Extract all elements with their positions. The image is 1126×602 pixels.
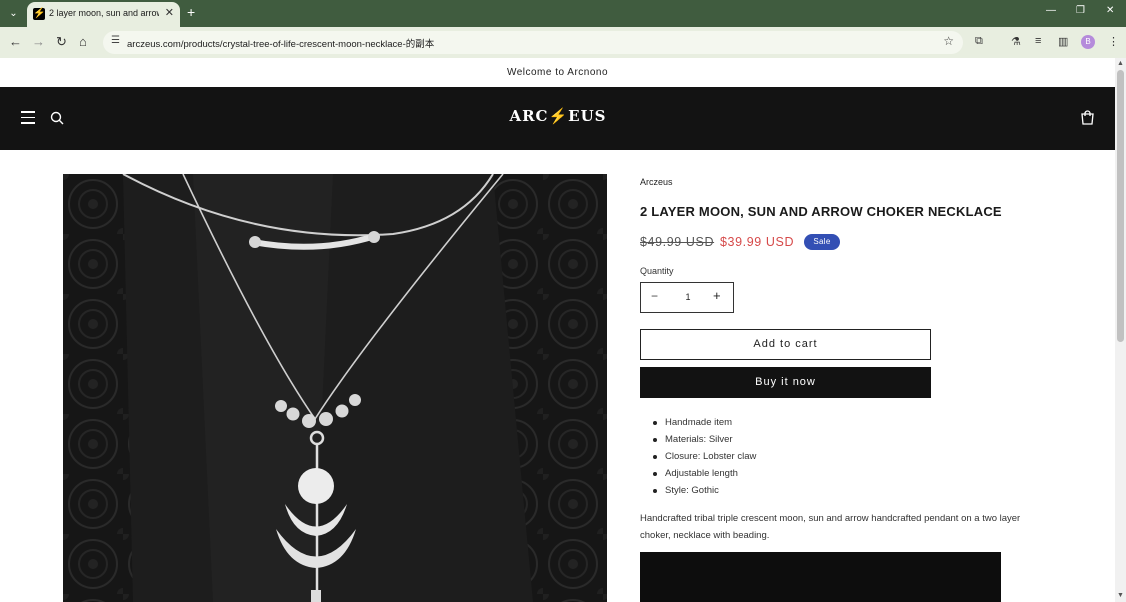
site-favicon: ⚡ [33, 8, 46, 20]
browser-tab-strip: ⌄ ⚡ 2 layer moon, sun and arrow c ✕ + — … [0, 0, 1126, 27]
scroll-down-icon[interactable]: ▼ [1117, 592, 1124, 599]
forward-icon[interactable]: → [32, 34, 45, 49]
profile-avatar[interactable]: B [1081, 35, 1095, 49]
quantity-stepper: − 1 + [640, 282, 734, 313]
feature-item: Materials: Silver [652, 433, 756, 450]
announcement-bar: Welcome to Arcnono [0, 58, 1115, 87]
description-image [640, 552, 1001, 602]
page-scrollbar[interactable]: ▲ ▼ [1115, 58, 1126, 602]
product-description: Handcrafted tribal triple crescent moon,… [640, 513, 1021, 541]
feature-item: Style: Gothic [652, 484, 756, 501]
regular-price: $49.99 USD [640, 235, 715, 249]
home-icon[interactable]: ⌂ [79, 34, 87, 49]
product-title: 2 LAYER MOON, SUN AND ARROW CHOKER NECKL… [640, 204, 1002, 219]
minimize-icon[interactable]: — [1046, 5, 1056, 16]
feature-item: Handmade item [652, 416, 756, 433]
sale-badge: Sale [804, 234, 840, 250]
browser-tab-active[interactable]: ⚡ 2 layer moon, sun and arrow c ✕ [27, 2, 180, 27]
feature-item: Adjustable length [652, 467, 756, 484]
product-features-list: Handmade item Materials: Silver Closure:… [652, 416, 756, 501]
new-tab-icon[interactable]: + [187, 4, 195, 20]
address-bar[interactable]: ☰ arczeus.com/products/crystal-tree-of-l… [103, 31, 963, 54]
browser-menu-icon[interactable]: ⋮ [1108, 35, 1119, 48]
tab-search-icon[interactable]: ⌄ [5, 5, 22, 22]
product-vendor: Arczeus [640, 177, 673, 187]
bookmark-star-icon[interactable]: ☆ [943, 34, 954, 48]
search-icon[interactable] [50, 111, 64, 125]
feature-item: Closure: Lobster claw [652, 450, 756, 467]
reload-icon[interactable]: ↻ [56, 34, 67, 50]
extensions-icon[interactable]: ⧉ [975, 35, 983, 48]
necklace-photo [63, 174, 607, 602]
quantity-label: Quantity [640, 266, 674, 276]
close-window-icon[interactable]: ✕ [1106, 5, 1114, 16]
scrollbar-thumb[interactable] [1117, 70, 1124, 342]
media-icon[interactable]: ≡ [1035, 35, 1041, 47]
close-tab-icon[interactable]: ✕ [165, 6, 174, 19]
menu-icon[interactable] [21, 111, 35, 124]
increase-quantity-button[interactable]: + [713, 288, 721, 303]
browser-toolbar: ← → ↻ ⌂ ☰ arczeus.com/products/crystal-t… [0, 27, 1126, 58]
scroll-up-icon[interactable]: ▲ [1117, 60, 1124, 67]
product-image[interactable] [63, 174, 607, 602]
cart-icon[interactable] [1080, 110, 1095, 125]
sale-price: $39.99 USD [720, 235, 795, 249]
labs-icon[interactable]: ⚗ [1011, 35, 1021, 48]
side-panel-icon[interactable]: ▥ [1058, 35, 1068, 48]
site-logo[interactable]: ARC⚡EUS [496, 107, 620, 125]
site-header: ARC⚡EUS [0, 87, 1115, 150]
decrease-quantity-button[interactable]: − [651, 289, 658, 303]
quantity-input[interactable]: 1 [681, 292, 695, 302]
buy-now-button[interactable]: Buy it now [640, 367, 931, 398]
back-icon[interactable]: ← [9, 34, 22, 49]
tab-title: 2 layer moon, sun and arrow c [49, 8, 159, 18]
url-text: arczeus.com/products/crystal-tree-of-lif… [127, 39, 435, 50]
add-to-cart-button[interactable]: Add to cart [640, 329, 931, 360]
site-info-icon[interactable]: ☰ [111, 35, 120, 46]
restore-icon[interactable]: ❐ [1076, 5, 1085, 16]
